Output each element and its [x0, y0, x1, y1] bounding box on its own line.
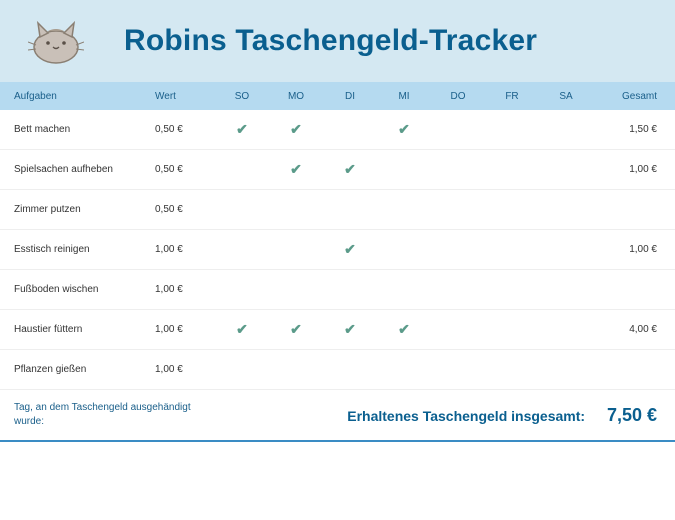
table-row: Bett machen0,50 € ✔ ✔ ✔ 1,50 €	[0, 110, 675, 150]
col-header-day-di: DI	[323, 91, 377, 102]
col-header-task: Aufgaben	[0, 91, 155, 102]
footer-total: Erhaltenes Taschengeld insgesamt: 7,50 €	[215, 405, 675, 426]
checkmark-icon: ✔	[290, 161, 302, 177]
day-cell: ✔	[377, 321, 431, 338]
checkmark-icon: ✔	[344, 241, 356, 257]
row-total: 1,00 €	[593, 244, 675, 255]
cat-icon	[28, 17, 84, 65]
col-header-day-do: DO	[431, 91, 485, 102]
day-cell: ✔	[215, 121, 269, 138]
checkmark-icon: ✔	[290, 121, 302, 137]
checkmark-icon: ✔	[344, 161, 356, 177]
col-header-day-so: SO	[215, 91, 269, 102]
checkmark-icon: ✔	[344, 321, 356, 337]
checkmark-icon: ✔	[398, 121, 410, 137]
col-header-day-sa: SA	[539, 91, 593, 102]
task-value: 1,00 €	[155, 364, 215, 375]
task-name: Spielsachen aufheben	[0, 164, 155, 175]
task-value: 1,00 €	[155, 324, 215, 335]
table-row: Spielsachen aufheben0,50 € ✔ ✔ 1,00 €	[0, 150, 675, 190]
task-name: Bett machen	[0, 124, 155, 135]
day-cell: ✔	[323, 241, 377, 258]
col-header-day-fr: FR	[485, 91, 539, 102]
day-cell: ✔	[215, 321, 269, 338]
task-name: Pflanzen gießen	[0, 364, 155, 375]
day-cell: ✔	[323, 321, 377, 338]
footer-total-value: 7,50 €	[607, 405, 657, 426]
column-header-row: Aufgaben Wert SO MO DI MI DO FR SA Gesam…	[0, 82, 675, 110]
day-cell: ✔	[269, 121, 323, 138]
day-cell: ✔	[377, 121, 431, 138]
day-cell: ✔	[269, 161, 323, 178]
task-value: 0,50 €	[155, 164, 215, 175]
table-row: Zimmer putzen0,50 €	[0, 190, 675, 230]
day-cell: ✔	[323, 161, 377, 178]
task-value: 1,00 €	[155, 284, 215, 295]
table-row: Fußboden wischen1,00 €	[0, 270, 675, 310]
col-header-total: Gesamt	[593, 91, 675, 102]
footer-total-label: Erhaltenes Taschengeld insgesamt:	[347, 408, 585, 424]
row-total: 4,00 €	[593, 324, 675, 335]
task-name: Zimmer putzen	[0, 204, 155, 215]
col-header-value: Wert	[155, 91, 215, 102]
task-value: 0,50 €	[155, 204, 215, 215]
row-total: 1,00 €	[593, 164, 675, 175]
col-header-day-mi: MI	[377, 91, 431, 102]
task-value: 0,50 €	[155, 124, 215, 135]
checkmark-icon: ✔	[290, 321, 302, 337]
task-name: Haustier füttern	[0, 324, 155, 335]
day-cell: ✔	[269, 321, 323, 338]
checkmark-icon: ✔	[236, 121, 248, 137]
checkmark-icon: ✔	[236, 321, 248, 337]
task-name: Esstisch reinigen	[0, 244, 155, 255]
col-header-day-mo: MO	[269, 91, 323, 102]
task-name: Fußboden wischen	[0, 284, 155, 295]
footer-row: Tag, an dem Taschengeld ausgehändigt wur…	[0, 390, 675, 442]
row-total: 1,50 €	[593, 124, 675, 135]
footer-paid-day-label: Tag, an dem Taschengeld ausgehändigt wur…	[0, 401, 215, 429]
page-title: Robins Taschengeld-Tracker	[124, 24, 537, 58]
table-row: Haustier füttern1,00 € ✔ ✔ ✔ ✔ 4,00 €	[0, 310, 675, 350]
header: Robins Taschengeld-Tracker	[0, 0, 675, 82]
task-value: 1,00 €	[155, 244, 215, 255]
table-row: Pflanzen gießen1,00 €	[0, 350, 675, 390]
table-body: Bett machen0,50 €✔✔✔1,50 €Spielsachen au…	[0, 110, 675, 390]
checkmark-icon: ✔	[398, 321, 410, 337]
table-row: Esstisch reinigen1,00 €✔1,00 €	[0, 230, 675, 270]
